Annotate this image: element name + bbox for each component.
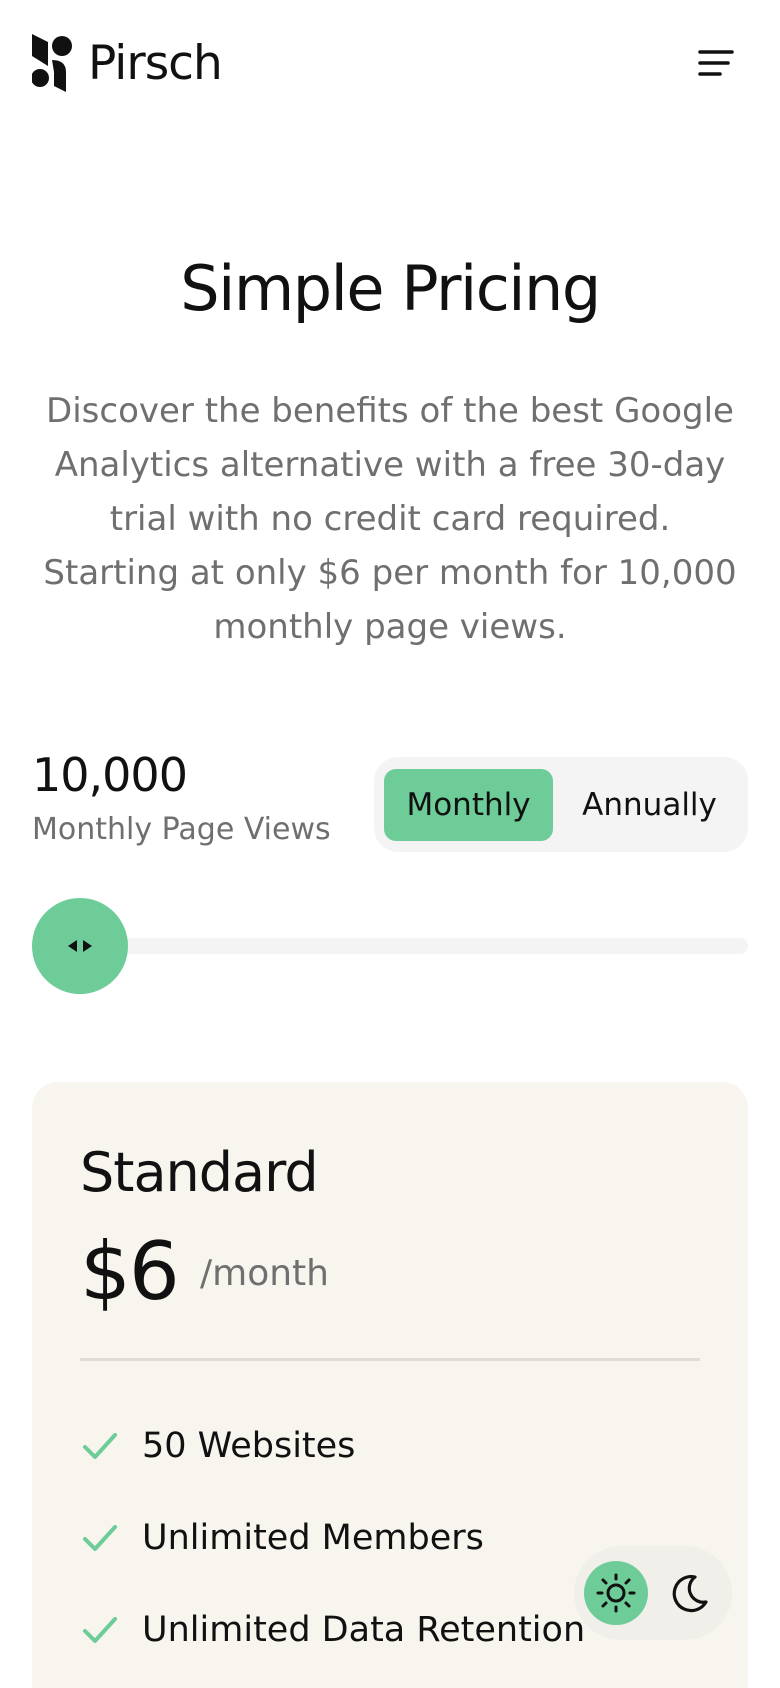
check-icon (83, 1617, 117, 1643)
dark-theme-button[interactable] (658, 1561, 722, 1625)
pirsch-logo-icon (32, 34, 72, 92)
brand-name: Pirsch (88, 35, 223, 91)
theme-switcher (574, 1546, 732, 1640)
brand-logo[interactable]: Pirsch (32, 34, 223, 92)
feature-list: 50 Websites Unlimited Members Unlimited … (80, 1422, 585, 1676)
feature-item: Unlimited Members (80, 1492, 585, 1584)
plan-period: /month (200, 1253, 329, 1294)
billing-toggle: Monthly Annually (374, 757, 748, 852)
moon-icon (672, 1574, 708, 1613)
menu-button[interactable] (698, 46, 734, 82)
sun-icon (596, 1573, 636, 1613)
page-views-label: Monthly Page Views (32, 812, 331, 847)
page-title: Simple Pricing (180, 252, 601, 325)
page: Pirsch Simple Pricing Discover the benef… (0, 0, 780, 1688)
arrows-horizontal-icon (68, 940, 92, 952)
site-header: Pirsch (0, 0, 780, 130)
plan-name: Standard (80, 1141, 319, 1204)
check-icon (83, 1433, 117, 1459)
page-views-slider-handle[interactable] (32, 898, 128, 994)
plan-price: $6 (80, 1225, 180, 1318)
feature-item: 50 Websites (80, 1400, 585, 1492)
billing-annually-button[interactable]: Annually (561, 769, 738, 841)
light-theme-button[interactable] (584, 1561, 648, 1625)
check-icon (83, 1525, 117, 1551)
menu-icon (698, 50, 734, 76)
feature-label: Unlimited Data Retention (142, 1609, 586, 1650)
hero-description: Discover the benefits of the best Google… (43, 391, 737, 647)
feature-label: 50 Websites (142, 1425, 356, 1466)
feature-item: Unlimited Data Retention (80, 1584, 585, 1676)
feature-label: Unlimited Members (142, 1517, 484, 1558)
page-views-count: 10,000 (32, 748, 188, 802)
billing-monthly-button[interactable]: Monthly (384, 768, 554, 841)
card-divider (80, 1358, 700, 1361)
page-views-slider-track[interactable] (120, 938, 748, 954)
